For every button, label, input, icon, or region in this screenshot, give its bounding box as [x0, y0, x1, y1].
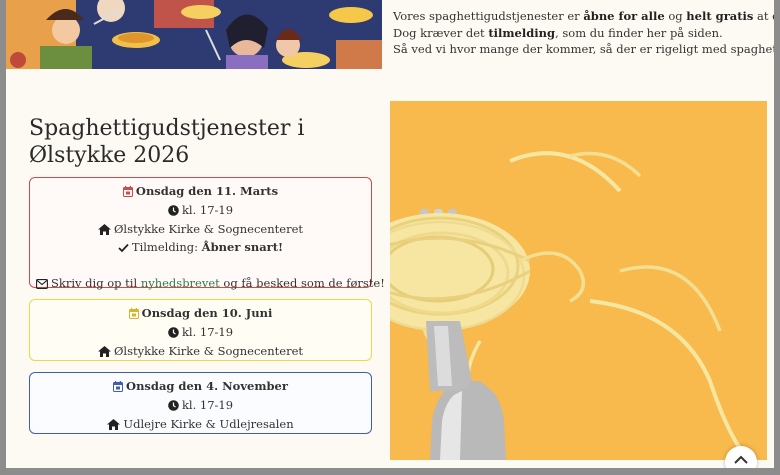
event-date-row: Onsdag den 11. Marts: [36, 183, 365, 202]
event-date-row: Onsdag den 10. Juni: [36, 305, 365, 324]
event-location: Ølstykke Kirke & Sognecenteret: [114, 343, 303, 358]
event-card-march: Onsdag den 11. Marts kl. 17-19 Ølstykke …: [29, 177, 385, 290]
event-signup-status: Åbner snart!: [201, 240, 284, 255]
intro-line-2-text: Dog kræver det: [393, 25, 489, 40]
newsletter-text: Skriv dig op til: [51, 275, 141, 290]
spaghetti-fork-image: [390, 101, 767, 460]
newsletter-row: Skriv dig op til nyhedsbrevet og få besk…: [36, 275, 385, 294]
intro-free: helt gratis: [686, 9, 754, 23]
event-location: Udlejre Kirke & Udlejresalen: [123, 416, 294, 431]
intro-line-1: Vores spaghettigudstjenester er åbne for…: [393, 8, 774, 25]
event-card-november: Onsdag den 4. November kl. 17-19 Udlejre…: [29, 372, 372, 434]
clock-icon: [168, 204, 179, 221]
page: Vores spaghettigudstjenester er åbne for…: [6, 0, 774, 468]
intro-line-2-end: , som du finder her på siden.: [555, 25, 723, 40]
event-time: kl. 17-19: [181, 202, 234, 217]
newsletter-text-end: og få besked som de første!: [219, 275, 385, 290]
home-icon: [107, 418, 121, 435]
intro-line-1-text: Vores spaghettigudstjenester er: [393, 9, 584, 23]
event-date: Onsdag den 10. Juni: [141, 306, 273, 320]
event-time: kl. 17-19: [181, 397, 234, 412]
envelope-icon: [36, 277, 48, 294]
event-card-june: Onsdag den 10. Juni kl. 17-19 Ølstykke K…: [29, 299, 372, 361]
intro-registration: tilmelding: [488, 25, 556, 40]
event-location-row: Udlejre Kirke & Udlejresalen: [36, 416, 365, 435]
event-location: Ølstykke Kirke & Sognecenteret: [114, 221, 303, 236]
home-icon: [98, 223, 111, 240]
intro-text: Vores spaghettigudstjenester er åbne for…: [393, 8, 774, 58]
calendar-icon: [128, 307, 139, 324]
event-location-row: Ølstykke Kirke & Sognecenteret: [36, 343, 365, 362]
event-time-row: kl. 17-19: [36, 397, 365, 416]
page-title: Spaghettigudstjenester i Ølstykke 2026: [29, 116, 305, 168]
intro-line-1-end: at deltage i.: [757, 9, 774, 23]
clock-icon: [168, 326, 179, 343]
intro-line-3: Så ved vi hvor mange der kommer, så der …: [393, 42, 774, 56]
clock-icon: [168, 399, 179, 416]
event-location-row: Ølstykke Kirke & Sognecenteret: [36, 221, 365, 240]
newsletter-link[interactable]: nyhedsbrevet: [141, 276, 220, 290]
intro-line-2: Dog kræver det tilmelding, som du finder…: [393, 25, 773, 42]
event-time-row: kl. 17-19: [36, 324, 365, 343]
event-signup-label: Tilmelding:: [131, 240, 202, 255]
header-illustration: [6, 0, 382, 69]
calendar-icon: [122, 185, 133, 202]
event-time: kl. 17-19: [181, 324, 234, 339]
intro-line-1-mid: og: [664, 9, 687, 23]
event-date: Onsdag den 11. Marts: [135, 184, 279, 198]
event-time-row: kl. 17-19: [36, 202, 365, 221]
event-date: Onsdag den 4. November: [126, 379, 288, 393]
check-icon: [118, 241, 129, 258]
event-date-row: Onsdag den 4. November: [36, 378, 365, 397]
calendar-icon: [113, 380, 124, 397]
intro-open-for-all: åbne for alle: [583, 9, 665, 23]
home-icon: [98, 345, 111, 362]
event-signup-row: Tilmelding: Åbner snart!: [36, 239, 365, 258]
